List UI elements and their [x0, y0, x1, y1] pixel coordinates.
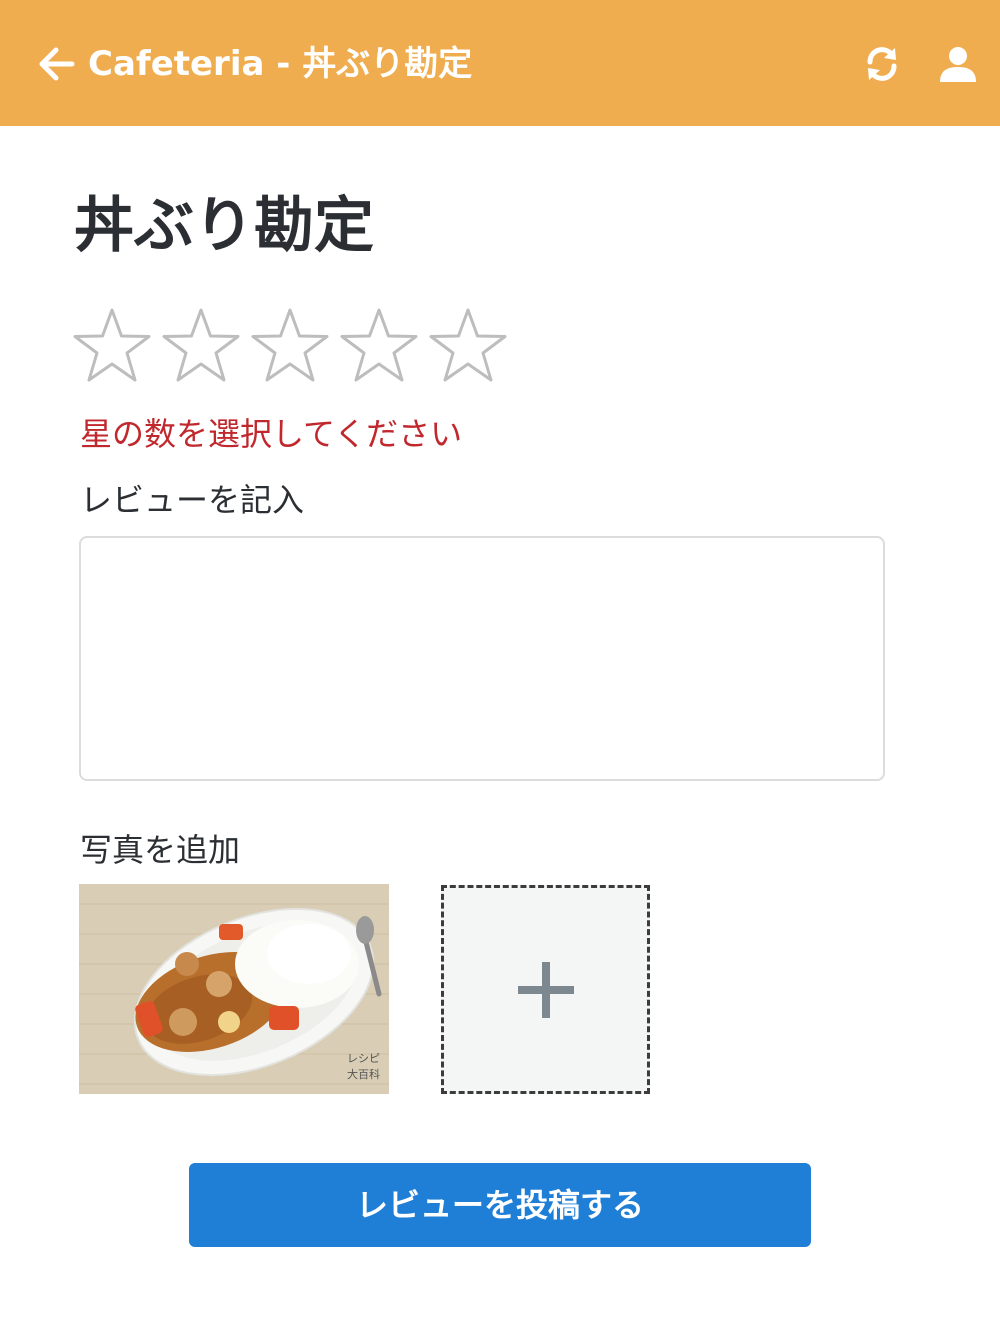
star-icon-5[interactable] — [428, 306, 508, 386]
review-label: レビューを記入 — [80, 481, 305, 519]
svg-text:レシピ: レシピ — [347, 1052, 380, 1065]
submit-review-button[interactable]: レビューを投稿する — [189, 1163, 811, 1247]
svg-text:大百科: 大百科 — [347, 1067, 380, 1081]
app-bar-title: Cafeteria - 丼ぶり勘定 — [88, 44, 473, 84]
photo-label: 写真を追加 — [80, 831, 241, 869]
arrow-left-icon[interactable] — [36, 44, 76, 84]
star-icon-4[interactable] — [339, 306, 419, 386]
star-icon-3[interactable] — [250, 306, 330, 386]
user-icon[interactable] — [938, 44, 978, 84]
plus-icon — [518, 962, 574, 1018]
star-rating — [72, 306, 522, 390]
star-icon-2[interactable] — [161, 306, 241, 386]
star-icon-1[interactable] — [72, 306, 152, 386]
page-title: 丼ぶり勘定 — [74, 191, 374, 261]
add-photo-button[interactable] — [441, 885, 650, 1094]
curry-rice-photo[interactable]: レシピ 大百科 — [79, 884, 389, 1094]
review-textarea[interactable] — [79, 536, 885, 781]
app-bar: Cafeteria - 丼ぶり勘定 — [0, 0, 1000, 126]
refresh-icon[interactable] — [862, 44, 902, 84]
rating-error-message: 星の数を選択してください — [80, 415, 463, 453]
